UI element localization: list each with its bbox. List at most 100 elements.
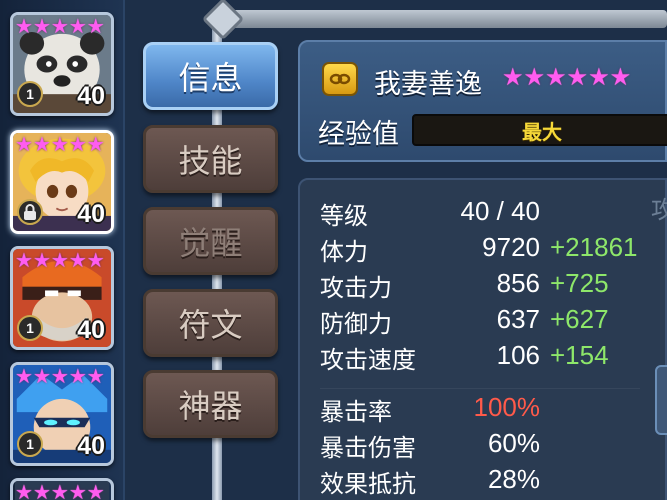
star-icon: ★ — [15, 364, 33, 388]
hero-name: 我妻善逸 — [374, 69, 482, 100]
star-icon: ★ — [68, 480, 87, 500]
stat-label: 攻击力 — [320, 274, 392, 302]
corner-ornament — [201, 0, 245, 41]
hero-level: 40 — [77, 432, 105, 460]
hero-card[interactable]: ★ ★ ★ ★ ★ 1 40 — [10, 246, 114, 350]
stat-bonus: +21861 — [550, 232, 638, 262]
stat-bonus: +627 — [550, 304, 609, 334]
star-icon: ★ — [68, 132, 87, 156]
hero-level: 40 — [77, 82, 105, 110]
tab-artifact[interactable]: 神器 — [143, 370, 278, 438]
tab-label: 技能 — [178, 142, 243, 180]
stats-divider — [320, 388, 640, 389]
panel-top-frame — [215, 10, 667, 28]
stat-bonus: +154 — [550, 340, 609, 370]
star-icon: ★ — [609, 63, 632, 91]
tab-skills[interactable]: 技能 — [143, 125, 278, 193]
hero-level: 40 — [77, 316, 105, 344]
stat-label: 效果抵抗 — [320, 470, 416, 498]
hero-stars: ★ ★ ★ ★ ★ — [15, 365, 109, 387]
star-icon: ★ — [523, 63, 546, 91]
stat-label: 暴击伤害 — [320, 434, 416, 462]
hero-card[interactable]: ★ ★ ★ ★ ★ 1 40 — [10, 362, 114, 466]
hero-class-icon — [322, 62, 358, 96]
hero-card[interactable]: ★ ★ ★ ★ ★ 1 40 — [10, 12, 114, 116]
star-icon: ★ — [32, 248, 51, 272]
hero-stars: ★ ★ ★ ★ ★ — [15, 249, 109, 271]
hero-badge: 1 — [17, 315, 43, 341]
stat-value: 100% — [473, 392, 541, 422]
star-icon: ★ — [86, 480, 105, 500]
star-icon: ★ — [32, 132, 51, 156]
star-icon: ★ — [588, 63, 610, 91]
tab-label: 符文 — [178, 306, 243, 344]
hero-level: 40 — [77, 200, 105, 228]
star-icon: ★ — [86, 364, 105, 388]
stat-label: 体力 — [320, 238, 368, 266]
hero-star-rating: ★ ★ ★ ★ ★ ★ — [502, 62, 631, 92]
stat-value: 9720 — [482, 232, 540, 262]
stat-value: 106 — [496, 340, 540, 370]
hero-stars: ★ ★ ★ ★ ★ — [15, 15, 109, 37]
star-icon: ★ — [86, 248, 105, 272]
hero-card-partial[interactable]: ★ ★ ★ ★ ★ — [10, 478, 114, 500]
hero-list: ★ ★ ★ ★ ★ 1 40 ★ ★ ★ ★ ★ 40 ★ ★ ★ ★ ★ 1 … — [0, 0, 125, 500]
star-icon: ★ — [545, 63, 567, 91]
tab-label: 神器 — [178, 387, 243, 425]
star-icon: ★ — [32, 480, 51, 500]
star-icon: ★ — [50, 248, 69, 272]
hero-card-selected[interactable]: ★ ★ ★ ★ ★ 40 — [10, 130, 114, 234]
tab-info[interactable]: 信息 — [143, 42, 278, 110]
stat-row-speed: 攻击速度 106 +154 — [320, 340, 650, 374]
stat-row-defense: 防御力 637 +627 — [320, 304, 650, 338]
stat-row-crit-rate: 暴击率 100% — [320, 392, 650, 426]
side-pull-tab[interactable] — [655, 365, 667, 435]
stat-label: 防御力 — [320, 310, 392, 338]
stat-label: 等级 — [320, 202, 368, 230]
stat-value: 28% — [487, 464, 540, 494]
stat-value: 40 / 40 — [460, 196, 540, 226]
star-icon: ★ — [15, 14, 33, 38]
star-icon: ★ — [15, 132, 33, 156]
stat-row-crit-damage: 暴击伤害 60% — [320, 428, 650, 462]
stat-label: 攻击速度 — [320, 346, 416, 374]
star-icon: ★ — [15, 248, 33, 272]
tab-label: 觉醒 — [178, 224, 243, 262]
hero-badge: 1 — [17, 81, 43, 107]
exp-bar: 最大 — [412, 114, 667, 146]
stat-bonus: +725 — [550, 268, 609, 298]
hero-stars: ★ ★ ★ ★ ★ — [15, 133, 109, 155]
stat-row-hp: 体力 9720 +21861 — [320, 232, 650, 266]
stat-label: 暴击率 — [320, 398, 392, 426]
star-icon: ★ — [32, 14, 51, 38]
hero-badge: 1 — [17, 431, 43, 457]
hero-header: 我妻善逸 ★ ★ ★ ★ ★ ★ 经验值 最大 — [298, 40, 667, 162]
stat-row-attack: 攻击力 856 +725 — [320, 268, 650, 302]
exp-label: 经验值 — [318, 119, 399, 150]
star-icon: ★ — [68, 248, 87, 272]
tab-label: 信息 — [178, 59, 243, 97]
star-icon: ★ — [50, 480, 69, 500]
exp-value: 最大 — [522, 119, 562, 144]
stats-panel: 等级 40 / 40 体力 9720 +21861 攻击力 856 +725 防… — [298, 178, 667, 500]
stat-value: 856 — [496, 268, 540, 298]
star-icon: ★ — [566, 63, 589, 91]
star-icon: ★ — [68, 364, 87, 388]
stat-value: 60% — [487, 428, 540, 458]
stat-row-level: 等级 40 / 40 — [320, 196, 650, 230]
tab-runes[interactable]: 符文 — [143, 289, 278, 357]
lock-icon-glyph — [24, 204, 36, 220]
star-icon: ★ — [50, 14, 69, 38]
star-icon: ★ — [50, 364, 69, 388]
tab-awaken[interactable]: 觉醒 — [143, 207, 278, 275]
star-icon: ★ — [32, 364, 51, 388]
stat-column-partial: 攻 — [651, 196, 667, 224]
link-icon — [329, 73, 351, 85]
star-icon: ★ — [86, 132, 105, 156]
star-icon: ★ — [50, 132, 69, 156]
stat-row-resist: 效果抵抗 28% — [320, 464, 650, 498]
lock-icon — [17, 199, 43, 225]
star-icon: ★ — [68, 14, 87, 38]
star-icon: ★ — [15, 480, 33, 500]
hero-stars: ★ ★ ★ ★ ★ — [15, 481, 109, 500]
